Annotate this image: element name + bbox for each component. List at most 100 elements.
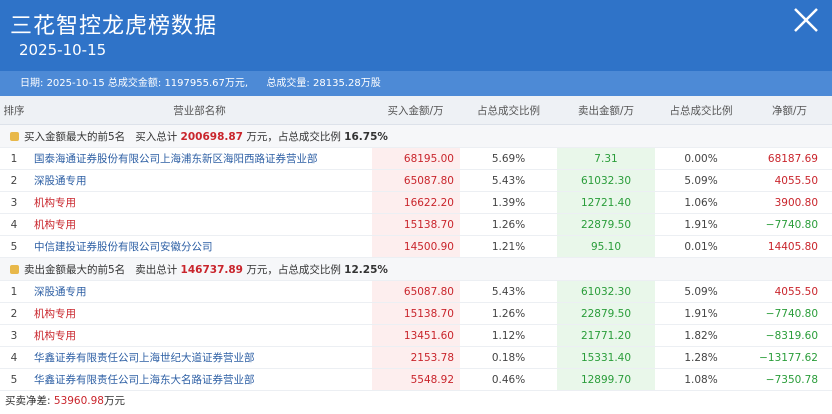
- buy-pct: 1.12%: [460, 324, 557, 347]
- rank: 3: [0, 324, 28, 347]
- buy-amount: 68195.00: [370, 147, 460, 170]
- table-row[interactable]: 1 国泰海通证券股份有限公司上海浦东新区海阳西路证券营业部 68195.00 5.69…: [0, 147, 832, 170]
- net-difference-value: 53960.98: [53, 395, 104, 407]
- net-amount: 3900.80: [747, 191, 832, 214]
- table-row[interactable]: 5 华鑫证券有限责任公司上海东大名路证券营业部 5548.92 0.46% 12899.…: [0, 368, 832, 391]
- summary-turnover-label: 总成交金额:: [107, 78, 162, 89]
- rank: 4: [0, 346, 28, 369]
- buy-amount: 16622.20: [370, 191, 460, 214]
- net-amount: −7350.78: [747, 368, 832, 391]
- col-header-sell-pct: 占总成交比例: [655, 96, 747, 125]
- sell-amount: 61032.30: [557, 280, 655, 303]
- header-date: 2025-10-15: [19, 41, 107, 59]
- sell-pct: 0.01%: [655, 235, 747, 258]
- buy-amount: 5548.92: [370, 368, 460, 391]
- sell-pct: 1.91%: [655, 302, 747, 325]
- summary-date: 2025-10-15: [46, 78, 105, 89]
- buy-pct: 1.39%: [460, 191, 557, 214]
- square-badge-icon: [10, 131, 19, 141]
- net-amount: −7740.80: [747, 302, 832, 325]
- close-icon[interactable]: [788, 2, 824, 38]
- buy-pct: 0.46%: [460, 368, 557, 391]
- section-total: 200698.87: [180, 130, 243, 143]
- table-row[interactable]: 4 华鑫证券有限责任公司上海世纪大道证券营业部 2153.78 0.18% 15331.…: [0, 346, 832, 369]
- buy-pct: 0.18%: [460, 346, 557, 369]
- branch-name-link[interactable]: 华鑫证券有限责任公司上海世纪大道证券营业部: [28, 346, 371, 369]
- sell-amount: 7.31: [557, 147, 655, 170]
- col-header-rank: 排序: [0, 96, 28, 125]
- net-difference-label: 买卖净差:: [5, 395, 51, 407]
- net-amount: 4055.50: [747, 280, 832, 303]
- net-amount: 4055.50: [747, 169, 832, 192]
- section-unit: 万元，占总成交比例: [246, 263, 341, 276]
- page-title: 三花智控龙虎榜数据: [10, 14, 218, 39]
- summary-turnover: 1197955.67万元,: [164, 78, 249, 89]
- branch-name-link[interactable]: 深股通专用: [28, 280, 371, 303]
- branch-name-link[interactable]: 国泰海通证券股份有限公司上海浦东新区海阳西路证券营业部: [28, 147, 371, 170]
- net-difference: 买卖净差: 53960.98万元: [0, 391, 832, 411]
- col-header-buy: 买入金额/万: [371, 96, 460, 125]
- rank: 5: [0, 235, 28, 258]
- summary-volume: 28135.28万股: [313, 78, 381, 89]
- net-amount: 68187.69: [747, 147, 832, 170]
- branch-name-link[interactable]: 机构专用: [28, 302, 371, 325]
- sell-pct: 1.28%: [655, 346, 747, 369]
- branch-name-link[interactable]: 华鑫证券有限责任公司上海东大名路证券营业部: [28, 368, 371, 391]
- sell-pct: 5.09%: [655, 280, 747, 303]
- section-total: 146737.89: [180, 263, 243, 276]
- rank: 3: [0, 191, 28, 214]
- sell-pct: 1.06%: [655, 191, 747, 214]
- branch-name-link[interactable]: 机构专用: [28, 191, 371, 214]
- table-row[interactable]: 3 机构专用 16622.20 1.39% 12721.40 1.06% 3900.80: [0, 191, 832, 214]
- table-row[interactable]: 3 机构专用 13451.60 1.12% 21771.20 1.82% −8319.60: [0, 324, 832, 347]
- dragon-tiger-table: 排序 营业部名称 买入金额/万 占总成交比例 卖出金额/万 占总成交比例 净额/…: [0, 96, 832, 391]
- rank: 5: [0, 368, 28, 391]
- rank: 1: [0, 280, 28, 303]
- branch-name-link[interactable]: 机构专用: [28, 213, 371, 236]
- branch-name-link[interactable]: 深股通专用: [28, 169, 371, 192]
- table-row[interactable]: 5 中信建投证券股份有限公司安徽分公司 14500.90 1.21% 95.10 0.01…: [0, 235, 832, 258]
- net-amount: −13177.62: [747, 346, 832, 369]
- buy-pct: 5.43%: [460, 280, 557, 303]
- buy-pct: 1.26%: [460, 213, 557, 236]
- buy-pct: 5.43%: [460, 169, 557, 192]
- buy-pct: 1.26%: [460, 302, 557, 325]
- sell-amount: 95.10: [557, 235, 655, 258]
- section-unit: 万元，占总成交比例: [246, 130, 341, 143]
- rank: 1: [0, 147, 28, 170]
- section-label: 买入金额最大的前5名: [24, 130, 126, 143]
- section-pct: 12.25%: [344, 263, 388, 276]
- buy_section-header: 买入金额最大的前5名 买入总计 200698.87 万元，占总成交比例 16.7…: [0, 124, 832, 148]
- buy-amount: 65087.80: [370, 169, 460, 192]
- table-row[interactable]: 2 机构专用 15138.70 1.26% 22879.50 1.91% −7740.80: [0, 302, 832, 325]
- net-amount: −7740.80: [747, 213, 832, 236]
- summary-date-label: 日期:: [20, 78, 44, 89]
- buy-amount: 13451.60: [370, 324, 460, 347]
- table-row[interactable]: 1 深股通专用 65087.80 5.43% 61032.30 5.09% 4055.50: [0, 280, 832, 303]
- rank: 2: [0, 302, 28, 325]
- buy-amount: 14500.90: [370, 235, 460, 258]
- square-badge-icon: [10, 264, 19, 274]
- net-amount: −8319.60: [747, 324, 832, 347]
- summary-bar: 日期: 2025-10-15 总成交金额: 1197955.67万元, 总成交量…: [0, 71, 832, 96]
- table-row[interactable]: 2 深股通专用 65087.80 5.43% 61032.30 5.09% 4055.50: [0, 169, 832, 192]
- sell-amount: 12899.70: [557, 368, 655, 391]
- branch-name-link[interactable]: 中信建投证券股份有限公司安徽分公司: [28, 235, 371, 258]
- sell-pct: 1.91%: [655, 213, 747, 236]
- table-row[interactable]: 4 机构专用 15138.70 1.26% 22879.50 1.91% −7740.80: [0, 213, 832, 236]
- sell_section-header: 卖出金额最大的前5名 卖出总计 146737.89 万元，占总成交比例 12.2…: [0, 257, 832, 281]
- table-header-row: 排序 营业部名称 买入金额/万 占总成交比例 卖出金额/万 占总成交比例 净额/…: [0, 96, 832, 125]
- section-total-label: 卖出总计: [135, 263, 178, 276]
- section-total-label: 买入总计: [135, 130, 178, 143]
- buy-amount: 15138.70: [370, 302, 460, 325]
- section-label: 卖出金额最大的前5名: [24, 263, 126, 276]
- col-header-branch: 营业部名称: [28, 96, 371, 125]
- buy-amount: 65087.80: [370, 280, 460, 303]
- sell-pct: 1.82%: [655, 324, 747, 347]
- col-header-net: 净额/万: [747, 96, 832, 125]
- sell-amount: 61032.30: [557, 169, 655, 192]
- col-header-sell: 卖出金额/万: [557, 96, 655, 125]
- branch-name-link[interactable]: 机构专用: [28, 324, 371, 347]
- buy-pct: 1.21%: [460, 235, 557, 258]
- buy-amount: 2153.78: [370, 346, 460, 369]
